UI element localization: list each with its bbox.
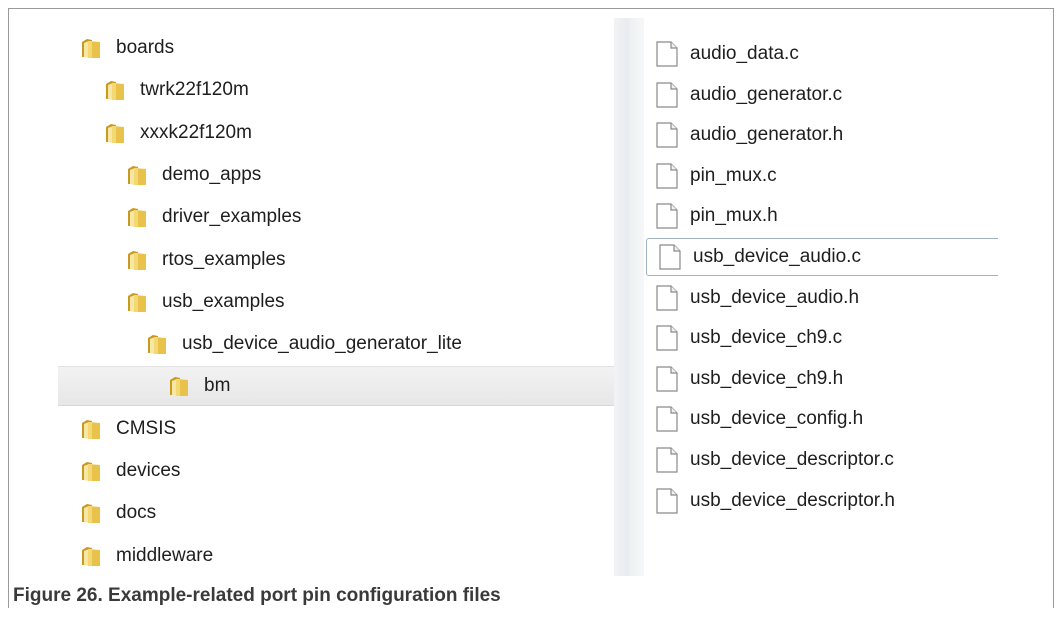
tree-item-label: middleware bbox=[116, 544, 214, 566]
file-item-label: audio_data.c bbox=[690, 43, 799, 64]
tree-item-label: CMSIS bbox=[116, 417, 177, 439]
tree-item-label: rtos_examples bbox=[162, 248, 286, 270]
file-item-label: pin_mux.h bbox=[690, 205, 778, 227]
file-item-usb-device-descriptor-c[interactable]: usb_device_descriptor.c bbox=[644, 441, 998, 479]
file-item-label: usb_device_descriptor.c bbox=[690, 449, 894, 470]
file-list: audio_data.c audio_generator.c audio_gener… bbox=[644, 18, 998, 576]
tree-item-demo-apps[interactable]: demo_apps bbox=[58, 155, 614, 195]
file-icon bbox=[656, 487, 678, 514]
file-item-label: usb_device_ch9.c bbox=[690, 327, 843, 349]
tree-item-usb-device-audio-generator-lite[interactable]: usb_device_audio_generator_lite bbox=[58, 324, 614, 364]
folder-icon bbox=[126, 164, 148, 186]
file-icon bbox=[656, 406, 678, 432]
file-item-pin-mux-c[interactable]: pin_mux.c bbox=[644, 157, 998, 195]
file-item-label: usb_device_audio.c bbox=[693, 246, 861, 267]
folder-icon bbox=[80, 545, 102, 567]
file-item-usb-device-descriptor-h[interactable]: usb_device_descriptor.h bbox=[644, 482, 998, 520]
explorer-screenshot: boards twrk22f120m xxxk22f120m demo_appsdri… bbox=[58, 18, 998, 576]
tree-item-label: twrk22f120m bbox=[140, 79, 249, 101]
file-item-audio-data-c[interactable]: audio_data.c bbox=[644, 35, 998, 73]
file-item-audio-generator-h[interactable]: audio_generator.h bbox=[644, 116, 998, 154]
file-item-label: pin_mux.c bbox=[690, 164, 777, 186]
file-icon bbox=[656, 163, 678, 189]
tree-item-label: usb_examples bbox=[162, 290, 285, 312]
folder-icon bbox=[126, 291, 148, 313]
file-icon bbox=[656, 41, 678, 67]
tree-item-label: bm bbox=[204, 375, 231, 397]
file-item-usb-device-config-h[interactable]: usb_device_config.h bbox=[644, 400, 998, 438]
tree-item-twrk22f120m[interactable]: twrk22f120m bbox=[58, 70, 614, 110]
folder-icon bbox=[126, 249, 148, 271]
folder-icon bbox=[80, 460, 102, 482]
tree-item-label: driver_examples bbox=[162, 206, 302, 228]
tree-item-xxxk22f120m[interactable]: xxxk22f120m bbox=[58, 113, 614, 153]
tree-item-cmsis[interactable]: CMSIS bbox=[58, 409, 614, 449]
file-item-label: usb_device_ch9.h bbox=[690, 367, 844, 389]
file-icon bbox=[656, 447, 678, 473]
pane-splitter[interactable] bbox=[614, 18, 644, 576]
tree-item-label: demo_apps bbox=[162, 163, 262, 185]
tree-item-usb-examples[interactable]: usb_examples bbox=[58, 282, 614, 322]
tree-item-label: xxxk22f120m bbox=[140, 121, 252, 143]
file-icon bbox=[656, 203, 678, 229]
folder-icon bbox=[146, 333, 168, 355]
tree-item-label: usb_device_audio_generator_lite bbox=[182, 333, 462, 355]
file-icon bbox=[656, 366, 678, 392]
folder-icon bbox=[104, 122, 126, 144]
file-icon bbox=[659, 244, 681, 270]
tree-item-label: devices bbox=[116, 460, 181, 481]
file-icon bbox=[656, 81, 678, 108]
file-item-label: usb_device_config.h bbox=[690, 408, 864, 430]
file-item-usb-device-audio-c[interactable]: usb_device_audio.c bbox=[646, 238, 998, 276]
file-item-label: audio_generator.h bbox=[690, 124, 844, 146]
folder-icon bbox=[104, 79, 126, 101]
file-item-usb-device-ch9-h[interactable]: usb_device_ch9.h bbox=[644, 360, 998, 398]
file-item-usb-device-audio-h[interactable]: usb_device_audio.h bbox=[644, 279, 998, 317]
file-item-label: usb_device_descriptor.h bbox=[690, 489, 895, 511]
file-item-label: audio_generator.c bbox=[690, 83, 843, 105]
tree-item-docs[interactable]: docs bbox=[58, 493, 614, 533]
tree-item-boards[interactable]: boards bbox=[58, 28, 614, 68]
tree-item-label: boards bbox=[116, 37, 175, 58]
folder-icon bbox=[80, 37, 102, 59]
tree-item-label: docs bbox=[116, 502, 157, 524]
file-item-pin-mux-h[interactable]: pin_mux.h bbox=[644, 197, 998, 235]
file-icon bbox=[656, 122, 678, 148]
folder-icon bbox=[80, 502, 102, 524]
tree-item-driver-examples[interactable]: driver_examples bbox=[58, 197, 614, 237]
file-item-label: usb_device_audio.h bbox=[690, 286, 860, 308]
tree-item-rtos-examples[interactable]: rtos_examples bbox=[58, 240, 614, 280]
tree-item-middleware[interactable]: middleware bbox=[58, 536, 614, 576]
folder-tree: boards twrk22f120m xxxk22f120m demo_appsdri… bbox=[58, 18, 614, 576]
folder-icon bbox=[126, 206, 148, 228]
folder-icon bbox=[80, 418, 102, 440]
tree-item-devices[interactable]: devices bbox=[58, 451, 614, 491]
file-item-usb-device-ch9-c[interactable]: usb_device_ch9.c bbox=[644, 319, 998, 357]
file-icon bbox=[656, 325, 678, 351]
file-item-audio-generator-c[interactable]: audio_generator.c bbox=[644, 76, 998, 114]
file-icon bbox=[656, 284, 678, 311]
tree-item-bm[interactable]: bm bbox=[58, 366, 614, 407]
figure-caption: Figure 26. Example-related port pin conf… bbox=[13, 585, 501, 606]
folder-icon bbox=[168, 375, 190, 397]
